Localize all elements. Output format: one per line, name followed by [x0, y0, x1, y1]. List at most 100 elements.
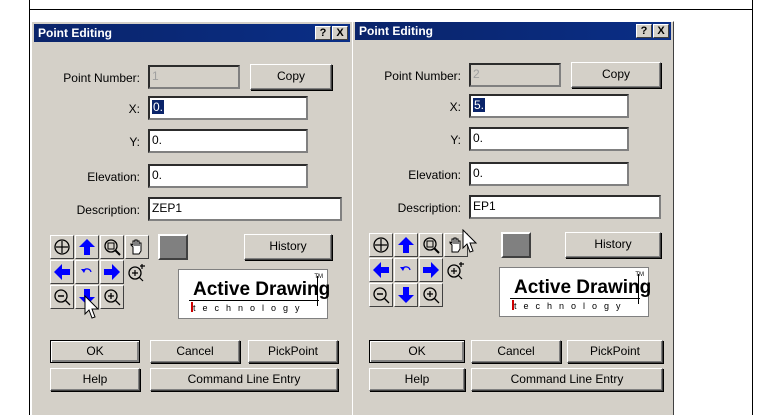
y-input[interactable]: 0. [148, 129, 308, 153]
command-line-entry-button[interactable]: Command Line Entry [471, 368, 663, 391]
pan-left-button[interactable] [50, 260, 74, 284]
pan-up-button[interactable] [75, 235, 99, 259]
logo-sub-text: technology [193, 303, 307, 313]
pan-left-icon [373, 262, 389, 278]
logo-tm: TM [635, 272, 644, 278]
history-button[interactable]: History [244, 234, 332, 260]
pan-down-button[interactable] [394, 283, 418, 307]
pan-right-button[interactable] [419, 258, 443, 282]
command-line-entry-button[interactable]: Command Line Entry [150, 368, 338, 391]
zoom-in-button[interactable] [419, 283, 443, 307]
undo-view-button[interactable] [75, 260, 99, 284]
zoom-window-button[interactable] [100, 235, 124, 259]
zoom-window-button[interactable] [419, 233, 443, 257]
ok-button[interactable]: OK [50, 340, 140, 363]
pan-hand-button[interactable] [125, 235, 149, 259]
point-number-field: 1 [148, 65, 240, 89]
zoom-extents-button[interactable] [369, 233, 393, 257]
zoom-in-button[interactable] [100, 285, 124, 309]
zoom-out-button[interactable] [50, 285, 74, 309]
description-label: Description: [76, 203, 140, 217]
y-label: Y: [450, 133, 461, 147]
logo-main-text: Active Drawing [193, 279, 331, 300]
logo-tm: TM [314, 274, 323, 280]
frame-top-border [29, 9, 753, 10]
logo-horizontal-line [189, 300, 319, 301]
mouse-pointer-icon [462, 229, 478, 253]
zoom-extents-icon [373, 237, 389, 253]
point-number-field: 2 [469, 63, 561, 87]
description-input[interactable]: ZEP1 [148, 197, 342, 221]
description-label: Description: [397, 201, 461, 215]
y-label: Y: [129, 135, 140, 149]
pan-up-icon [398, 237, 414, 253]
zoom-out-button[interactable] [369, 283, 393, 307]
x-label: X: [128, 102, 140, 116]
undo-view-icon [400, 266, 411, 271]
frame-left-border [29, 0, 30, 415]
dialog-titlebar[interactable]: Point Editing ? X [355, 22, 671, 40]
close-title-button[interactable]: X [653, 24, 669, 38]
ok-button[interactable]: OK [369, 340, 465, 363]
cancel-button[interactable]: Cancel [471, 340, 561, 363]
point-number-label: Point Number: [63, 71, 140, 85]
help-button[interactable]: Help [50, 368, 140, 391]
logo-vertical-line [638, 274, 639, 304]
zoom-in-plus-button[interactable] [125, 260, 149, 284]
zoom-in-plus-icon [447, 262, 464, 280]
elevation-input[interactable]: 0. [148, 164, 308, 188]
help-button[interactable]: Help [369, 368, 465, 391]
description-input[interactable]: EP1 [469, 195, 661, 219]
logo-vertical-line [317, 276, 318, 306]
zoom-window-icon [423, 237, 440, 254]
dialog-title: Point Editing [359, 24, 433, 38]
zoom-in-plus-button[interactable] [444, 258, 468, 282]
copy-button[interactable]: Copy [250, 64, 332, 90]
pickpoint-button[interactable]: PickPoint [567, 340, 663, 363]
x-input[interactable]: 5. [469, 94, 629, 118]
undo-view-icon [81, 268, 92, 273]
zoom-in-icon [104, 289, 121, 306]
pan-up-button[interactable] [394, 233, 418, 257]
history-button[interactable]: History [565, 232, 661, 258]
active-drawing-logo: Active Drawing technology TM [178, 269, 331, 319]
help-title-button[interactable]: ? [315, 26, 331, 40]
pan-right-icon [423, 262, 439, 278]
pan-left-button[interactable] [369, 258, 393, 282]
zoom-in-plus-icon [128, 264, 145, 282]
logo-sub-text: technology [514, 301, 628, 311]
frame-right-border [752, 0, 753, 415]
logo-horizontal-line [510, 298, 640, 299]
x-input[interactable]: 0. [148, 96, 308, 120]
zoom-in-icon [423, 287, 440, 304]
color-swatch[interactable] [501, 232, 531, 258]
elevation-label: Elevation: [87, 170, 140, 184]
undo-view-button[interactable] [394, 258, 418, 282]
pickpoint-button[interactable]: PickPoint [248, 340, 338, 363]
pan-right-button[interactable] [100, 260, 124, 284]
zoom-extents-button[interactable] [50, 235, 74, 259]
pan-up-icon [79, 239, 95, 255]
dialog-titlebar[interactable]: Point Editing ? X [34, 24, 350, 42]
y-input[interactable]: 0. [469, 127, 629, 151]
mouse-pointer-icon [84, 295, 100, 319]
zoom-window-icon [104, 239, 121, 256]
x-value: 5. [473, 98, 486, 112]
logo-main-text: Active Drawing [514, 277, 652, 298]
x-label: X: [449, 100, 461, 114]
help-title-button[interactable]: ? [636, 24, 652, 38]
pan-right-icon [104, 264, 120, 280]
close-title-button[interactable]: X [332, 26, 348, 40]
color-swatch[interactable] [158, 234, 188, 260]
zoom-out-icon [54, 289, 71, 306]
point-editing-dialog-2: Point Editing ? X Point Number: 2 Copy X… [352, 21, 674, 415]
elevation-input[interactable]: 0. [469, 162, 629, 186]
cancel-button[interactable]: Cancel [150, 340, 240, 363]
point-number-label: Point Number: [384, 69, 461, 83]
x-value: 0. [152, 100, 165, 114]
point-editing-dialog-1: Point Editing ? X Point Number: 1 Copy X… [31, 21, 353, 415]
zoom-extents-icon [54, 239, 70, 255]
pan-left-icon [54, 264, 70, 280]
logo-red-mark [512, 300, 514, 310]
copy-button[interactable]: Copy [571, 62, 661, 88]
